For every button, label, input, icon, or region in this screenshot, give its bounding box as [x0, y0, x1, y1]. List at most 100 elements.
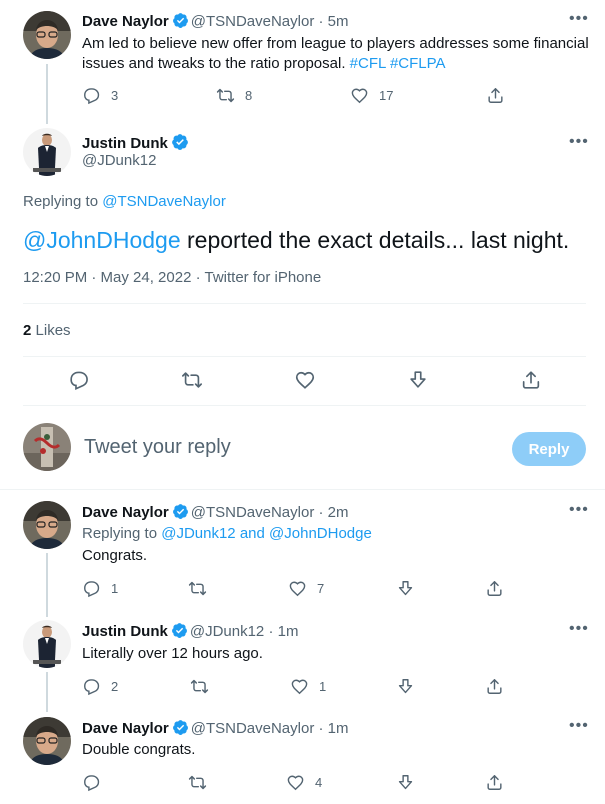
share-action[interactable]: [485, 677, 504, 696]
like-icon: [294, 369, 316, 391]
dave-naylor-avatar-image: [23, 11, 71, 59]
tweet-time[interactable]: · 1m: [318, 720, 348, 737]
more-options-icon[interactable]: •••: [569, 501, 589, 519]
main-tweet-text: @JohnDHodge reported the exact details..…: [23, 226, 569, 254]
replying-to-handle[interactable]: @JohnDHodge: [269, 525, 372, 542]
reply-action[interactable]: 1: [82, 579, 118, 598]
reply-count: 2: [111, 679, 119, 694]
tip-download-action[interactable]: [407, 369, 429, 391]
share-icon: [485, 579, 504, 598]
download-arrow-icon: [396, 579, 415, 598]
like-action[interactable]: [294, 369, 316, 391]
like-action[interactable]: 17: [350, 86, 393, 105]
author-row: Justin Dunk: [82, 133, 191, 153]
like-action[interactable]: 4: [286, 773, 322, 792]
replying-to-handle[interactable]: @TSNDaveNaylor: [102, 193, 226, 210]
more-options-icon[interactable]: •••: [569, 10, 589, 28]
tweet-time[interactable]: · 5m: [318, 13, 348, 30]
tweet-text: Am led to believe new offer from league …: [82, 34, 592, 74]
tweet-body: reported the exact details... last night…: [180, 227, 570, 253]
author-name[interactable]: Justin Dunk: [82, 623, 168, 640]
author-handle[interactable]: @JDunk12: [82, 152, 156, 169]
reply-action[interactable]: 2: [82, 677, 118, 696]
replying-to-label: Replying to: [23, 193, 103, 210]
replying-to-line: Replying to @JDunk12 and @JohnDHodge: [82, 525, 372, 542]
reply-icon: [82, 86, 101, 105]
replying-to-label: Replying to: [82, 525, 162, 542]
share-action[interactable]: [485, 773, 504, 792]
avatar[interactable]: [23, 717, 71, 765]
like-action[interactable]: 7: [288, 579, 324, 598]
author-handle[interactable]: @TSNDaveNaylor: [191, 504, 315, 521]
likes-stat[interactable]: 2 Likes: [23, 322, 71, 339]
reply-action[interactable]: 3: [82, 86, 118, 105]
author-name[interactable]: Dave Naylor: [82, 13, 169, 30]
justin-dunk-avatar-image: [23, 128, 71, 176]
tweet-header: Dave Naylor @TSNDaveNaylor · 5m: [82, 12, 348, 30]
more-options-icon[interactable]: •••: [569, 620, 589, 638]
retweet-icon: [190, 677, 209, 696]
author-handle[interactable]: @TSNDaveNaylor: [191, 13, 315, 30]
tweet-text: Literally over 12 hours ago.: [82, 645, 263, 662]
retweet-action[interactable]: [188, 579, 217, 598]
download-arrow-icon: [396, 773, 415, 792]
avatar[interactable]: [23, 620, 71, 668]
likes-label: Likes: [35, 322, 71, 339]
retweet-action[interactable]: [188, 773, 217, 792]
avatar[interactable]: [23, 423, 71, 471]
download-arrow-icon: [407, 369, 429, 391]
tweet-text: Double congrats.: [82, 741, 196, 758]
tweet-time[interactable]: · 2m: [318, 504, 348, 521]
reply-button[interactable]: Reply: [512, 432, 586, 466]
replying-to-line: Replying to @TSNDaveNaylor: [23, 193, 226, 210]
hashtag-cfl[interactable]: #CFL: [350, 55, 386, 72]
divider: [23, 356, 586, 357]
like-count: 17: [379, 88, 394, 103]
reply-action[interactable]: [68, 369, 90, 391]
tweet-time[interactable]: · 1m: [268, 623, 298, 640]
reply-action[interactable]: [82, 773, 111, 792]
retweet-action[interactable]: [181, 369, 203, 391]
tweet-text: Congrats.: [82, 547, 148, 564]
reply-count: 3: [111, 88, 119, 103]
like-action[interactable]: 1: [290, 677, 326, 696]
replying-to-handle[interactable]: @JDunk12: [161, 525, 235, 542]
tip-download-action[interactable]: [396, 773, 415, 792]
reply-icon: [82, 773, 101, 792]
thread-connector-line: [46, 553, 48, 617]
share-icon: [520, 369, 542, 391]
share-icon: [485, 677, 504, 696]
more-options-icon[interactable]: •••: [569, 717, 589, 735]
likes-count: 2: [23, 322, 32, 339]
author-name[interactable]: Dave Naylor: [82, 504, 169, 521]
author-handle[interactable]: @JDunk12: [190, 623, 264, 640]
like-icon: [288, 579, 307, 598]
thread-connector-line: [46, 672, 48, 712]
avatar[interactable]: [23, 501, 71, 549]
avatar[interactable]: [23, 128, 71, 176]
reply-input[interactable]: Tweet your reply: [84, 436, 231, 459]
author-handle[interactable]: @TSNDaveNaylor: [191, 720, 315, 737]
share-action[interactable]: [520, 369, 542, 391]
share-action[interactable]: [486, 86, 505, 105]
share-action[interactable]: [485, 579, 504, 598]
author-name[interactable]: Dave Naylor: [82, 720, 169, 737]
share-icon: [486, 86, 505, 105]
tip-download-action[interactable]: [396, 579, 415, 598]
reply-icon: [82, 579, 101, 598]
hashtag-cflpa[interactable]: #CFLPA: [390, 55, 446, 72]
retweet-action[interactable]: [190, 677, 219, 696]
reply-icon: [82, 677, 101, 696]
more-options-icon[interactable]: •••: [569, 133, 589, 151]
retweet-icon: [216, 86, 235, 105]
tip-download-action[interactable]: [396, 677, 415, 696]
avatar[interactable]: [23, 11, 71, 59]
verified-badge-icon: [172, 503, 189, 520]
retweet-action[interactable]: 8: [216, 86, 252, 105]
mention-link[interactable]: @JohnDHodge: [23, 227, 181, 253]
author-name[interactable]: Justin Dunk: [82, 135, 168, 152]
retweet-icon: [188, 579, 207, 598]
dave-naylor-avatar-image: [23, 717, 71, 765]
tweet-timestamp[interactable]: 12:20 PM · May 24, 2022 · Twitter for iP…: [23, 269, 321, 286]
like-icon: [350, 86, 369, 105]
